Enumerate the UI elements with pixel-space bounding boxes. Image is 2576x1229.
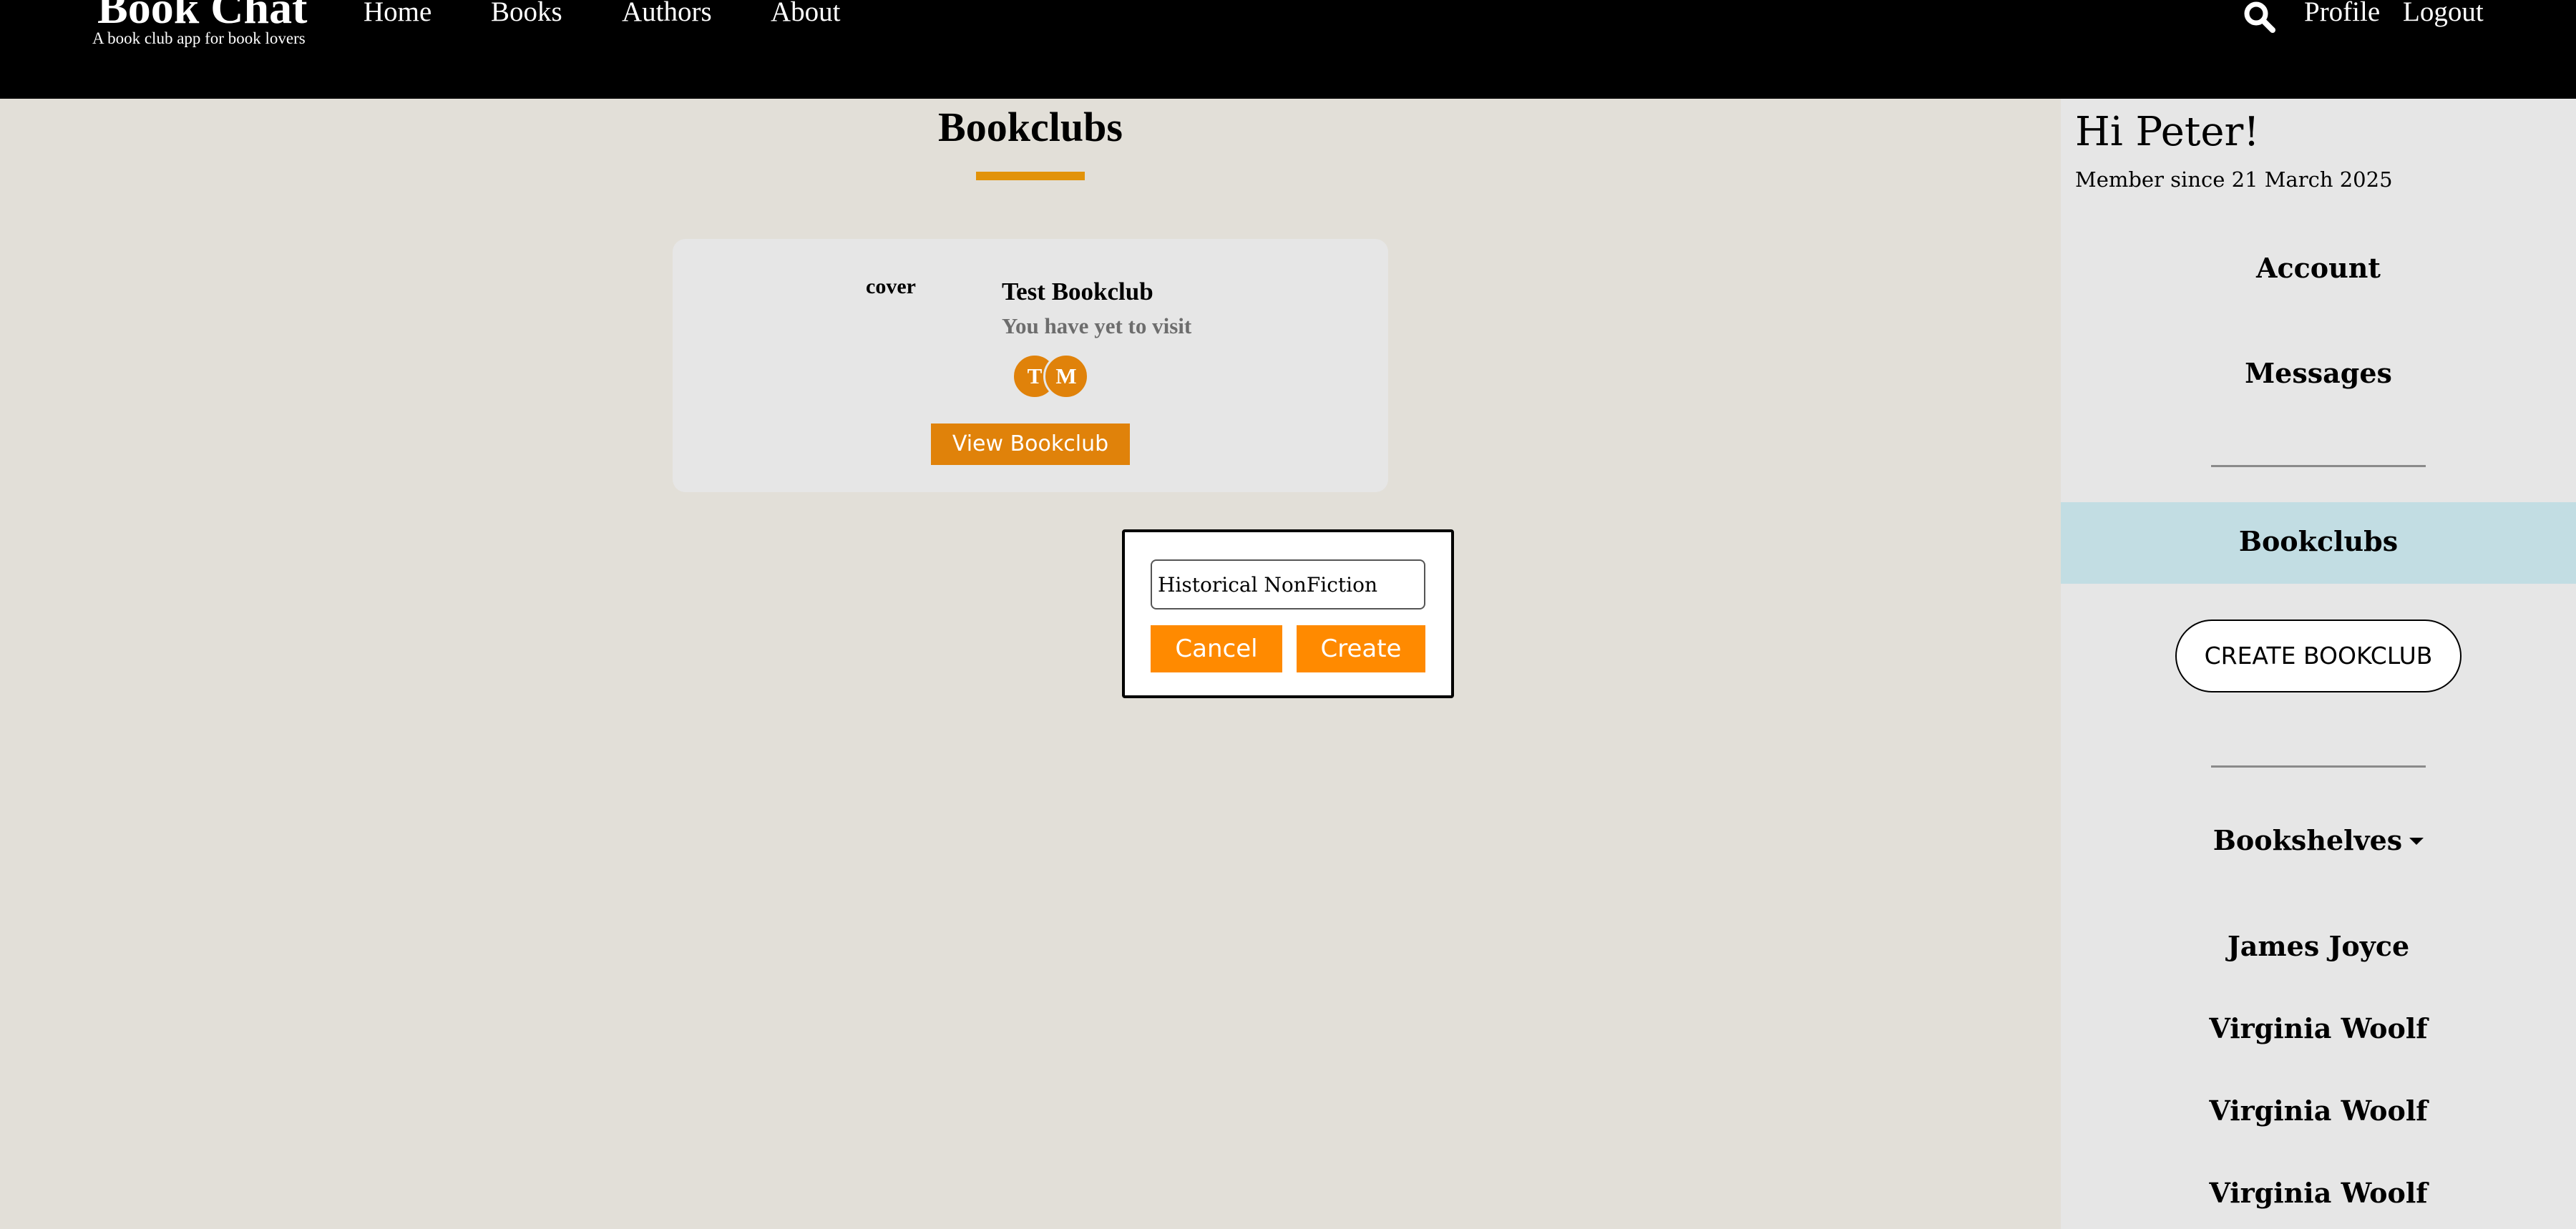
- search-icon[interactable]: [2243, 0, 2277, 33]
- create-button[interactable]: Create: [1297, 625, 1425, 672]
- top-navbar: Book Chat A book club app for book lover…: [0, 0, 2576, 99]
- brand-subtitle: A book club app for book lovers: [92, 29, 306, 47]
- nav-authors[interactable]: Authors: [622, 0, 712, 28]
- nav-profile[interactable]: Profile: [2304, 0, 2380, 28]
- right-sidebar: Hi Peter! Member since 21 March 2025 Acc…: [2061, 99, 2576, 1229]
- sidebar-bookshelves-toggle[interactable]: Bookshelves: [2061, 824, 2576, 856]
- sidebar-divider: [2211, 765, 2426, 768]
- nav-books[interactable]: Books: [491, 0, 562, 28]
- bookclub-name-input[interactable]: [1151, 559, 1425, 609]
- create-bookclub-modal: Cancel Create: [1122, 529, 1454, 698]
- sidebar-shelf-item[interactable]: James Joyce: [2061, 930, 2576, 962]
- member-since: Member since 21 March 2025: [2075, 167, 2393, 192]
- title-underline: [976, 172, 1085, 180]
- nav-home[interactable]: Home: [364, 0, 431, 28]
- sidebar-item-messages[interactable]: Messages: [2061, 357, 2576, 389]
- sidebar-item-label: Bookshelves: [2212, 824, 2403, 856]
- bookclub-visit-status: You have yet to visit: [1002, 313, 1192, 338]
- cancel-button[interactable]: Cancel: [1151, 625, 1282, 672]
- member-avatar: M: [1043, 353, 1089, 399]
- bookclub-card: cover Test Bookclub You have yet to visi…: [673, 239, 1388, 492]
- sidebar-shelf-item[interactable]: Virginia Woolf: [2061, 1177, 2576, 1209]
- page-title: Bookclubs: [938, 104, 1123, 150]
- caret-down-icon: [2409, 837, 2424, 845]
- sidebar-item-account[interactable]: Account: [2061, 252, 2576, 284]
- sidebar-divider: [2211, 465, 2426, 467]
- create-bookclub-button[interactable]: CREATE BOOKCLUB: [2175, 620, 2462, 692]
- view-bookclub-button[interactable]: View Bookclub: [931, 423, 1130, 465]
- nav-logout[interactable]: Logout: [2403, 0, 2484, 28]
- sidebar-shelf-item[interactable]: Virginia Woolf: [2061, 1012, 2576, 1044]
- bookclub-name: Test Bookclub: [1002, 278, 1153, 305]
- sidebar-item-label: Bookclubs: [2238, 525, 2399, 557]
- bookclub-cover: cover: [866, 275, 916, 298]
- sidebar-shelf-item[interactable]: Virginia Woolf: [2061, 1095, 2576, 1127]
- greeting: Hi Peter!: [2075, 109, 2260, 155]
- nav-about[interactable]: About: [771, 0, 841, 28]
- sidebar-item-bookclubs[interactable]: Bookclubs: [2061, 502, 2576, 584]
